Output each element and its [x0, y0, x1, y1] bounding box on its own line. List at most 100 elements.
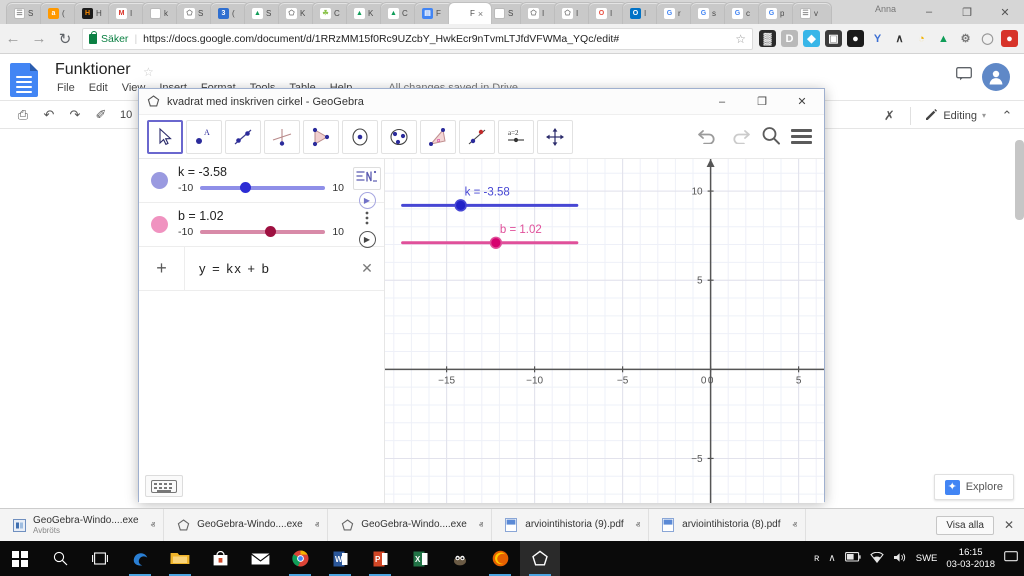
keyboard-icon[interactable]	[145, 475, 183, 497]
add-input-button[interactable]: +	[139, 247, 185, 290]
search-icon[interactable]	[40, 541, 80, 576]
hamburger-menu-icon[interactable]	[791, 126, 812, 148]
collapse-toolbar-icon[interactable]: ⌃	[994, 103, 1020, 129]
tool-polygon[interactable]	[303, 119, 339, 154]
file-explorer-icon[interactable]	[160, 541, 200, 576]
download-item-4[interactable]: arviointihistoria (8).pdf ⱏ	[649, 508, 806, 542]
window-minimize-button[interactable]: –	[910, 0, 948, 24]
graphics-view[interactable]: −15 −10 −5 0 5 10 5 −5 0 k = -3.58 b = 1.02	[385, 159, 824, 503]
download-menu-caret-icon[interactable]: ⱏ	[793, 520, 797, 531]
clock[interactable]: 16:15 03-03-2018	[946, 547, 995, 570]
object-color-dot-b[interactable]	[151, 216, 168, 233]
menu-edit[interactable]: Edit	[89, 82, 108, 94]
algebra-input-row[interactable]: + y = kx + b ✕	[139, 247, 384, 291]
gimp-icon[interactable]	[440, 541, 480, 576]
forward-icon[interactable]: →	[26, 26, 52, 52]
print-icon[interactable]: ⎙	[10, 102, 36, 128]
search-icon[interactable]	[761, 126, 781, 146]
tool-angle[interactable]: α	[420, 119, 456, 154]
geogebra-icon[interactable]	[520, 541, 560, 576]
gear-extension[interactable]: ⚙	[957, 30, 974, 47]
document-title[interactable]: Funktioner	[55, 61, 131, 79]
bookmark-star-icon[interactable]: ☆	[735, 32, 746, 46]
mail-icon[interactable]	[240, 541, 280, 576]
download-item-0[interactable]: GeoGebra-Windo....exe Avbröts ⱏ	[0, 508, 165, 542]
page-scrollbar[interactable]	[1015, 140, 1024, 220]
drive-extension[interactable]: ▲	[935, 30, 952, 47]
dark-circle-extension[interactable]: ●	[847, 30, 864, 47]
tool-reflect[interactable]	[459, 119, 495, 154]
zoom-level[interactable]: 10	[120, 109, 132, 121]
clear-input-icon[interactable]: ✕	[350, 260, 384, 277]
slider-b-track[interactable]	[200, 226, 326, 237]
window-close-button[interactable]: ✕	[986, 0, 1024, 24]
profile-extension[interactable]: ●	[1001, 30, 1018, 47]
kebab-icon[interactable]	[365, 211, 369, 225]
powerpoint-icon[interactable]: P	[360, 541, 400, 576]
graph-canvas[interactable]: −15 −10 −5 0 5 10 5 −5 0 k = -3.58 b = 1.02	[385, 159, 824, 503]
undo-icon[interactable]	[697, 128, 719, 145]
tool-ellipse[interactable]	[381, 119, 417, 154]
volume-icon[interactable]	[893, 552, 907, 566]
download-item-1[interactable]: GeoGebra-Windo....exe ⱏ	[164, 508, 329, 542]
slider-b-animate-button[interactable]: ▶	[358, 231, 376, 248]
geogebra-maximize-button[interactable]: ❐	[742, 89, 782, 115]
chrome-icon[interactable]	[280, 541, 320, 576]
paint-format-icon[interactable]: ✐	[88, 102, 114, 128]
edge-icon[interactable]	[120, 541, 160, 576]
notifications-icon[interactable]	[1004, 551, 1018, 566]
slider-b-knob[interactable]	[265, 226, 277, 237]
chat-extension[interactable]: ◯	[979, 30, 996, 47]
redo-icon[interactable]	[729, 128, 751, 145]
firefox-icon[interactable]	[480, 541, 520, 576]
download-menu-caret-icon[interactable]: ⱏ	[151, 520, 155, 531]
address-bar[interactable]: Säker | https://docs.google.com/document…	[82, 27, 753, 50]
menu-file[interactable]: File	[57, 82, 75, 94]
tool-line[interactable]	[225, 119, 261, 154]
algebra-view-icon[interactable]	[353, 167, 381, 190]
document-star-icon[interactable]: ☆	[143, 65, 154, 79]
task-view-icon[interactable]	[80, 541, 120, 576]
show-all-downloads-button[interactable]: Visa alla	[936, 515, 994, 535]
slider-k-track[interactable]	[200, 182, 326, 193]
object-color-dot-k[interactable]	[151, 172, 168, 189]
redo-icon[interactable]: ↷	[62, 102, 88, 128]
tool-circle[interactable]	[342, 119, 378, 154]
close-download-bar-icon[interactable]: ✕	[1004, 518, 1014, 532]
wifi-icon[interactable]	[869, 551, 884, 566]
battery-icon[interactable]	[844, 552, 861, 565]
tab-close-icon[interactable]: ×	[478, 9, 483, 19]
geogebra-minimize-button[interactable]: –	[702, 89, 742, 115]
tool-move-graphics[interactable]	[537, 119, 573, 154]
avatar[interactable]	[982, 63, 1010, 91]
input-expression[interactable]: y = kx + b	[185, 261, 350, 276]
comments-icon[interactable]	[956, 67, 972, 84]
window-restore-button[interactable]: ❐	[948, 0, 986, 24]
undo-icon[interactable]: ↶	[36, 102, 62, 128]
browser-tab-23[interactable]: ☰ v	[792, 2, 832, 24]
browser-tab-13[interactable]: F ×	[448, 2, 492, 24]
editing-mode-button[interactable]: Editing ▾	[919, 108, 992, 124]
show-hidden-icons-caret[interactable]: ∧	[828, 553, 835, 564]
reload-icon[interactable]: ↻	[52, 26, 78, 52]
diamond-extension[interactable]: ◆	[803, 30, 820, 47]
chrome-extension[interactable]: ◔	[913, 30, 930, 47]
geogebra-title-bar[interactable]: kvadrat med inskriven cirkel - GeoGebra …	[139, 89, 824, 115]
download-menu-caret-icon[interactable]: ⱏ	[479, 520, 483, 531]
tool-slider[interactable]: a=2	[498, 119, 534, 154]
slider-k-knob[interactable]	[240, 182, 252, 193]
tool-point[interactable]: A	[186, 119, 222, 154]
download-menu-caret-icon[interactable]: ⱏ	[315, 520, 319, 531]
people-icon[interactable]: ʀ	[814, 553, 819, 564]
geogebra-close-button[interactable]: ✕	[782, 89, 822, 115]
y-extension[interactable]: Y	[869, 30, 886, 47]
slider-b-control[interactable]: -10 10	[178, 226, 344, 238]
tool-perpendicular-line[interactable]	[264, 119, 300, 154]
film-strip-extension[interactable]: ▓	[759, 30, 776, 47]
tool-move[interactable]	[147, 119, 183, 154]
language-indicator[interactable]: SWE	[916, 553, 938, 564]
d-extension[interactable]: D	[781, 30, 798, 47]
bulb-extension[interactable]: ▣	[825, 30, 842, 47]
back-icon[interactable]: ←	[0, 26, 26, 52]
slider-k-control[interactable]: -10 10	[178, 182, 344, 194]
